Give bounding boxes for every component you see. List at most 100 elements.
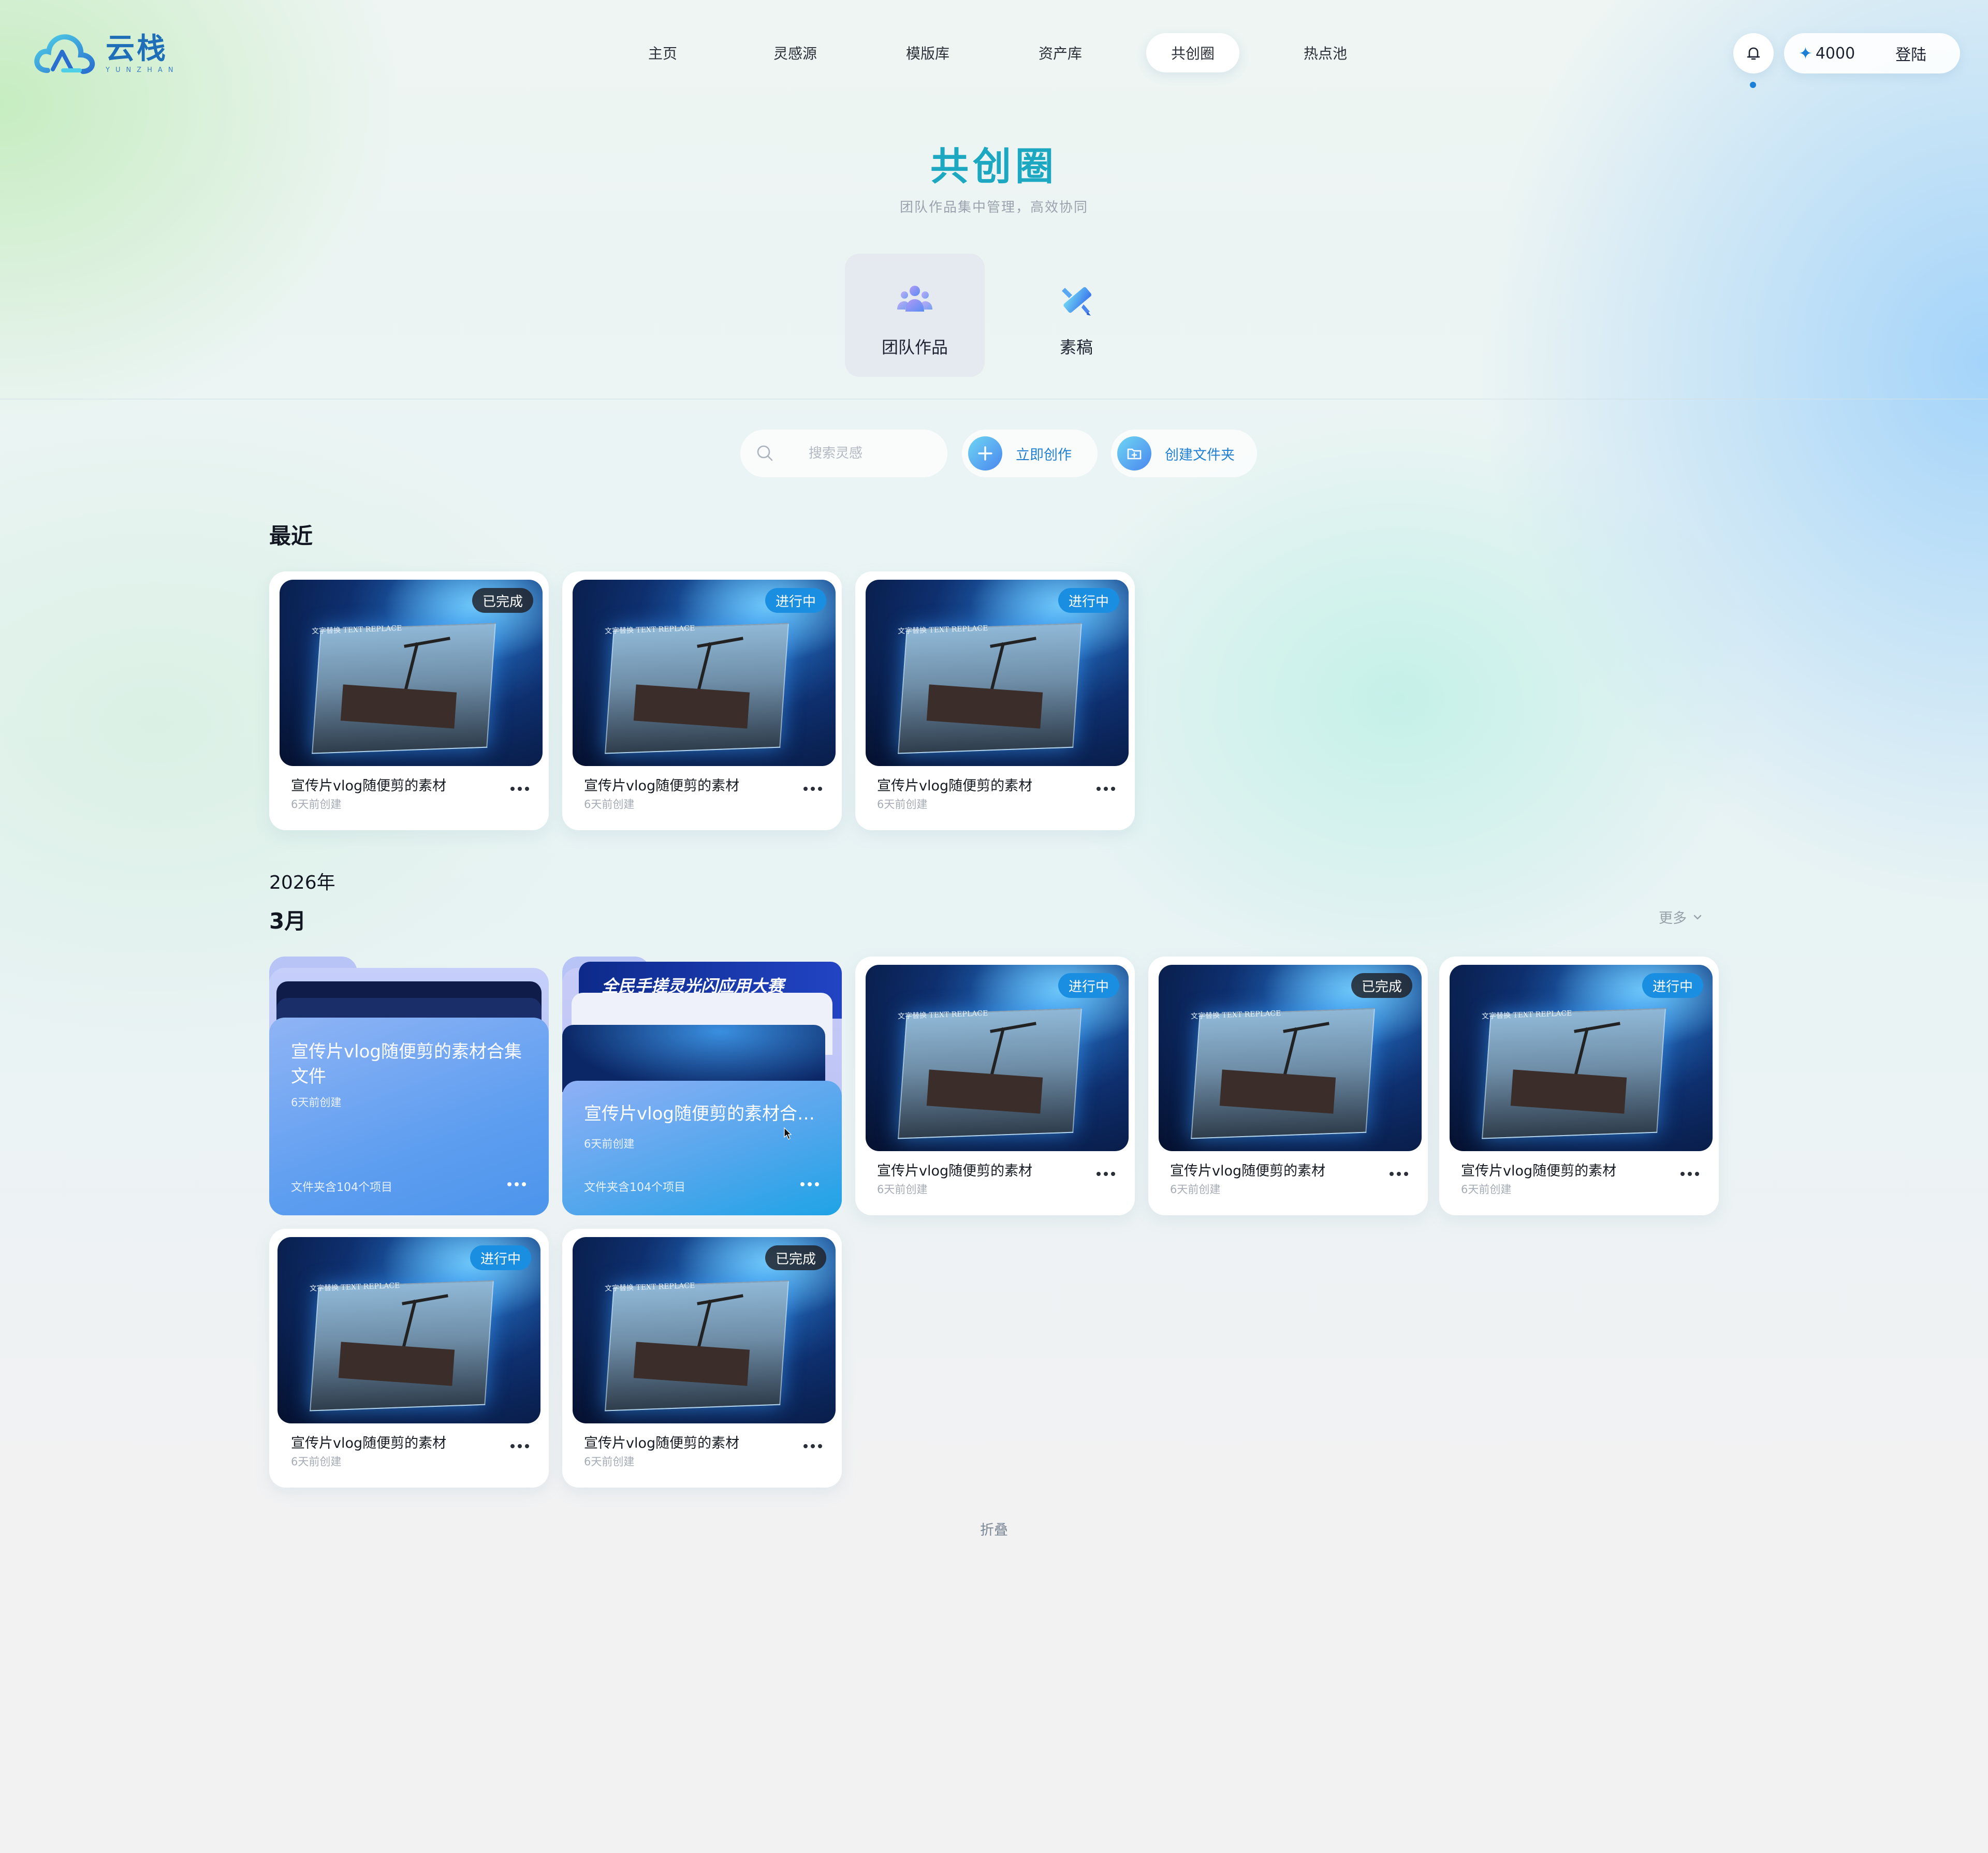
- mouse-cursor-icon: [784, 1127, 792, 1140]
- logo-subtitle: YUNZHAN: [106, 66, 179, 74]
- more-options-icon[interactable]: [504, 1182, 526, 1186]
- folder-add-icon: [1117, 436, 1151, 470]
- page: 云栈 YUNZHAN 主页 灵感源 模版库 资产库 共创圈 热点池 ✦ 4000…: [0, 0, 1988, 1853]
- card-title: 宣传片vlog随便剪的素材: [1170, 1163, 1326, 1179]
- card-time: 6天前创建: [877, 1183, 928, 1196]
- search-icon: [757, 445, 773, 461]
- card-thumbnail: 文字替换 TEXT REPLACE 进行中: [573, 580, 836, 766]
- folder-title: 宣传片vlog随便剪的素材合集文件: [291, 1041, 522, 1087]
- card-thumbnail: 文字替换 TEXT REPLACE 已完成: [1159, 965, 1422, 1151]
- search-box[interactable]: [740, 430, 947, 477]
- logo[interactable]: 云栈 YUNZHAN: [32, 29, 179, 78]
- nav-item-templates[interactable]: 模版库: [881, 33, 974, 72]
- nav-item-home[interactable]: 主页: [616, 33, 709, 72]
- nav-item-cocreation[interactable]: 共创圈: [1146, 33, 1239, 72]
- points-count[interactable]: 4000: [1816, 45, 1855, 63]
- folder-card[interactable]: 全民手搓灵光闪应用大赛 宣传片vlog随便剪的素材合集文件 6天前创建 文件夹含…: [562, 957, 842, 1215]
- month-section-title: 3月: [269, 908, 306, 934]
- more-options-icon[interactable]: [1677, 1172, 1699, 1176]
- card-title: 宣传片vlog随便剪的素材: [877, 778, 1033, 794]
- more-label: 更多: [1659, 910, 1687, 926]
- folder-card[interactable]: 宣传片vlog随便剪的素材合集文件 6天前创建 文件夹含104个项目: [269, 957, 549, 1215]
- folder-title: 宣传片vlog随便剪的素材合集文件: [584, 1104, 827, 1124]
- collapse-button[interactable]: 折叠: [0, 1519, 1988, 1539]
- more-options-icon[interactable]: [507, 1444, 529, 1448]
- page-subtitle: 团队作品集中管理，高效协同: [899, 200, 1088, 215]
- card-time: 6天前创建: [584, 798, 635, 811]
- more-options-icon[interactable]: [800, 1444, 822, 1448]
- card-title: 宣传片vlog随便剪的素材: [291, 1435, 447, 1451]
- page-title: 共创圈: [930, 144, 1058, 189]
- card-title: 宣传片vlog随便剪的素材: [291, 778, 447, 794]
- top-nav: 主页 灵感源 模版库 资产库 共创圈 热点池: [616, 33, 1411, 72]
- plus-icon: [968, 436, 1002, 470]
- create-now-label: 立即创作: [1016, 447, 1072, 463]
- tab-drafts[interactable]: 素稿: [1006, 254, 1146, 377]
- more-options-icon[interactable]: [800, 787, 822, 791]
- card-thumbnail: 文字替换 TEXT REPLACE 已完成: [280, 580, 543, 766]
- recent-card[interactable]: 文字替换 TEXT REPLACE 进行中 宣传片vlog随便剪的素材 6天前创…: [562, 571, 842, 830]
- tab-team-works-label: 团队作品: [881, 337, 948, 357]
- card-time: 6天前创建: [291, 1455, 342, 1468]
- card-time: 6天前创建: [584, 1455, 635, 1468]
- nav-item-trending[interactable]: 热点池: [1279, 33, 1372, 72]
- cloud-logo-icon: [34, 34, 95, 74]
- section-divider: [0, 399, 1988, 400]
- tab-drafts-label: 素稿: [1059, 337, 1093, 357]
- more-button[interactable]: 更多: [1659, 907, 1703, 927]
- more-options-icon[interactable]: [797, 1182, 819, 1186]
- card-time: 6天前创建: [1170, 1183, 1221, 1196]
- more-options-icon[interactable]: [1386, 1172, 1408, 1176]
- sparkle-icon: ✦: [1799, 43, 1812, 63]
- more-options-icon[interactable]: [1093, 787, 1115, 791]
- folder-time: 6天前创建: [291, 1096, 342, 1109]
- card-title: 宣传片vlog随便剪的素材: [877, 1163, 1033, 1179]
- work-card[interactable]: 文字替换 TEXT REPLACE 进行中 宣传片vlog随便剪的素材 6天前创…: [855, 957, 1135, 1215]
- card-thumbnail: 文字替换 TEXT REPLACE 进行中: [866, 580, 1129, 766]
- work-card[interactable]: 文字替换 TEXT REPLACE 已完成 宣传片vlog随便剪的素材 6天前创…: [1148, 957, 1428, 1215]
- status-badge: 已完成: [1351, 973, 1412, 998]
- work-card[interactable]: 文字替换 TEXT REPLACE 已完成 宣传片vlog随便剪的素材 6天前创…: [562, 1229, 842, 1488]
- recent-section-title: 最近: [269, 523, 313, 549]
- recent-card[interactable]: 文字替换 TEXT REPLACE 已完成 宣传片vlog随便剪的素材 6天前创…: [269, 571, 549, 830]
- logo-name: 云栈: [106, 32, 168, 66]
- create-folder-button[interactable]: 创建文件夹: [1111, 430, 1257, 477]
- card-thumbnail: 文字替换 TEXT REPLACE 进行中: [866, 965, 1129, 1151]
- card-thumbnail: 文字替换 TEXT REPLACE 已完成: [573, 1237, 836, 1423]
- card-title: 宣传片vlog随便剪的素材: [584, 1435, 740, 1451]
- status-badge: 进行中: [765, 588, 826, 613]
- notification-button[interactable]: [1733, 33, 1774, 73]
- work-card[interactable]: 文字替换 TEXT REPLACE 进行中 宣传片vlog随便剪的素材 6天前创…: [1439, 957, 1719, 1215]
- more-options-icon[interactable]: [507, 787, 529, 791]
- login-button[interactable]: 登陆: [1895, 42, 1926, 65]
- nav-item-inspiration[interactable]: 灵感源: [749, 33, 842, 72]
- nav-item-assets[interactable]: 资产库: [1014, 33, 1107, 72]
- search-input[interactable]: [809, 446, 933, 461]
- chevron-down-icon: [1693, 915, 1702, 919]
- ruler-pencil-icon: [1062, 287, 1092, 316]
- recent-card[interactable]: 文字替换 TEXT REPLACE 进行中 宣传片vlog随便剪的素材 6天前创…: [855, 571, 1135, 830]
- work-card[interactable]: 文字替换 TEXT REPLACE 进行中 宣传片vlog随便剪的素材 6天前创…: [269, 1229, 549, 1488]
- status-badge: 已完成: [765, 1245, 826, 1270]
- status-badge: 进行中: [1642, 973, 1703, 998]
- folder-item-count: 文件夹含104个项目: [584, 1181, 685, 1194]
- bell-icon: [1747, 47, 1760, 60]
- folder-item-count: 文件夹含104个项目: [291, 1181, 392, 1194]
- card-title: 宣传片vlog随便剪的素材: [1461, 1163, 1617, 1179]
- more-options-icon[interactable]: [1093, 1172, 1115, 1176]
- status-badge: 进行中: [1058, 973, 1119, 998]
- status-badge: 进行中: [1058, 588, 1119, 613]
- points-login-bar: ✦ 4000 登陆: [1784, 33, 1960, 73]
- card-thumbnail: 文字替换 TEXT REPLACE 进行中: [1450, 965, 1713, 1151]
- create-now-button[interactable]: 立即创作: [962, 430, 1098, 477]
- create-folder-label: 创建文件夹: [1165, 447, 1235, 463]
- team-icon: [897, 286, 932, 312]
- folder-time: 6天前创建: [584, 1138, 635, 1150]
- notification-dot: [1750, 82, 1756, 88]
- status-badge: 已完成: [472, 588, 533, 613]
- status-badge: 进行中: [470, 1245, 531, 1270]
- card-time: 6天前创建: [877, 798, 928, 811]
- card-thumbnail: 文字替换 TEXT REPLACE 进行中: [277, 1237, 540, 1423]
- tab-team-works[interactable]: 团队作品: [845, 254, 985, 377]
- year-label: 2026年: [269, 872, 335, 893]
